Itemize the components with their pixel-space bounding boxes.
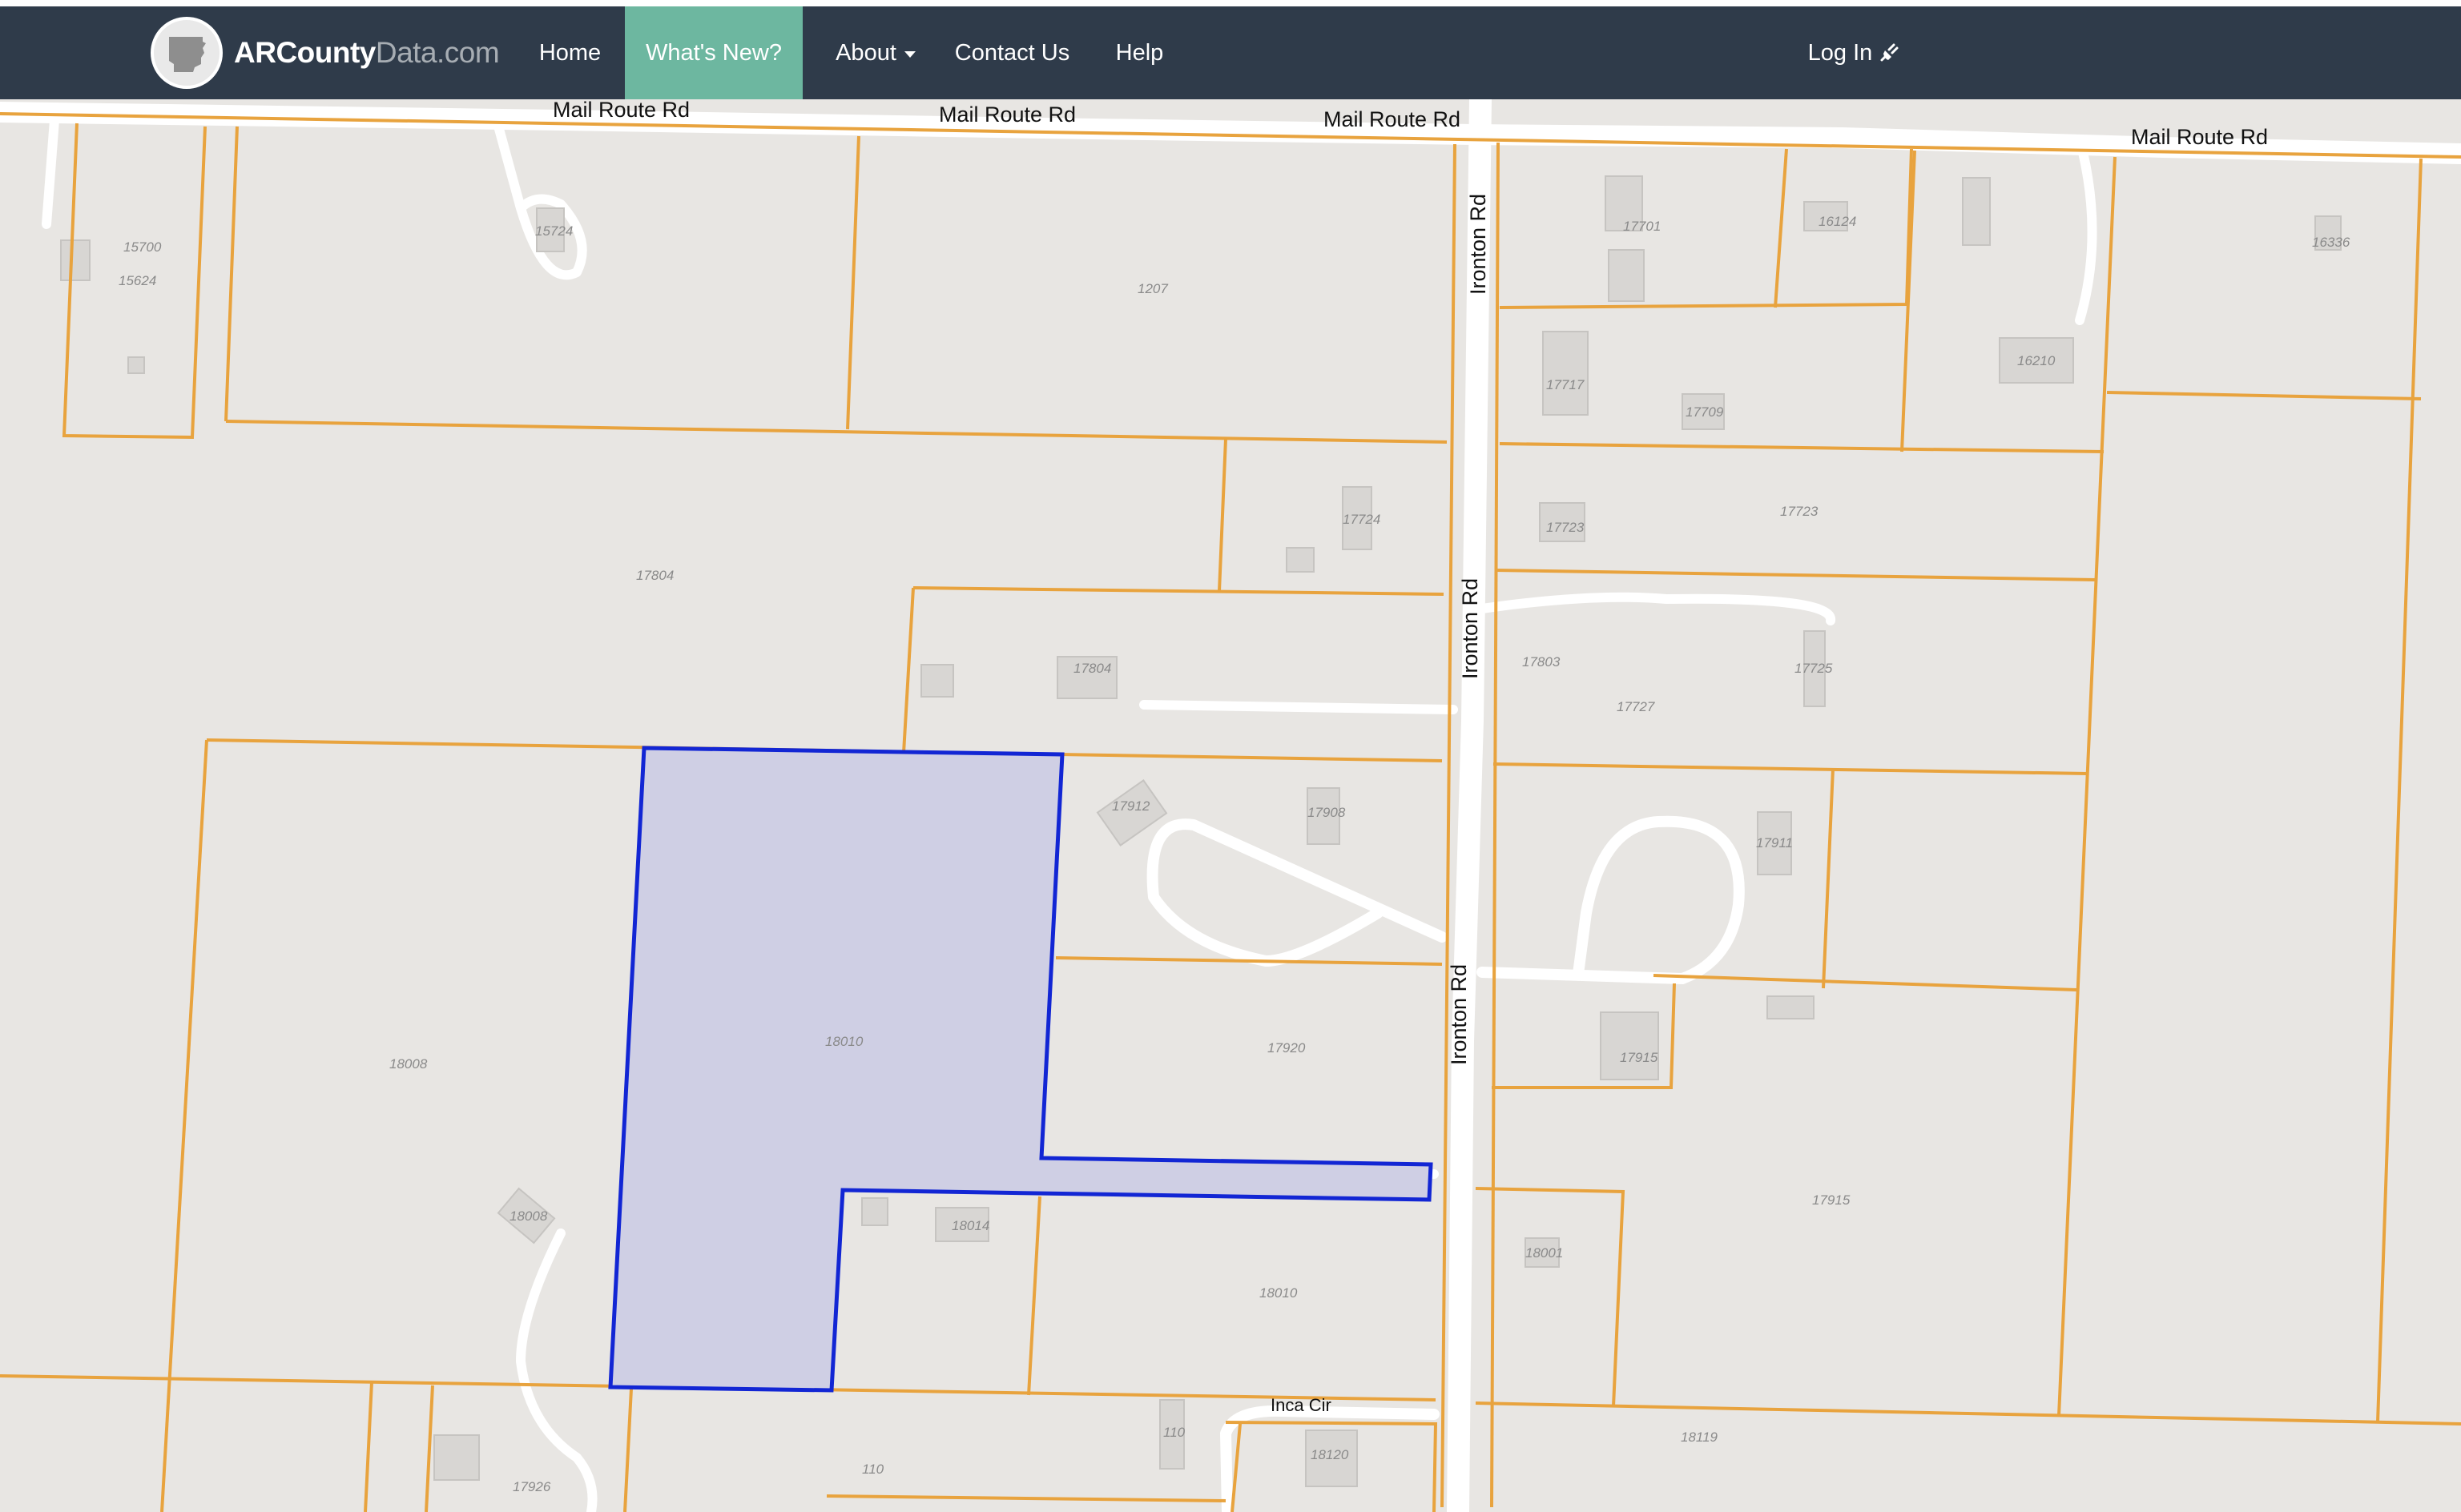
- address-label: 1207: [1138, 281, 1168, 296]
- nav-help-label: Help: [1115, 39, 1164, 66]
- brand-suffix: Data.com: [375, 36, 500, 69]
- address-label: 17709: [1686, 404, 1724, 420]
- nav-home[interactable]: Home: [524, 6, 616, 99]
- brand-name: ARCountyData.com: [234, 36, 500, 70]
- road-label-mail-route-2: Mail Route Rd: [939, 103, 1076, 127]
- address-label: 17915: [1620, 1050, 1658, 1065]
- address-label: 17803: [1522, 654, 1561, 670]
- address-label: 17908: [1307, 805, 1346, 820]
- address-label: 17926: [513, 1479, 551, 1494]
- road-driveway-5: [2075, 147, 2097, 325]
- address-label: 15624: [119, 273, 156, 288]
- parcel-boundaries: [0, 112, 2461, 1512]
- caret-down-icon: [904, 51, 916, 58]
- address-label: 18008: [510, 1208, 548, 1224]
- road-driveway-7: [516, 1228, 598, 1512]
- address-label: 17911: [1756, 835, 1793, 850]
- road-label-mail-route-1: Mail Route Rd: [553, 99, 690, 122]
- address-label: 18001: [1525, 1245, 1563, 1261]
- road-loop-2: [1476, 815, 1745, 984]
- road-label-mail-route-4: Mail Route Rd: [2131, 125, 2268, 149]
- nav-help[interactable]: Help: [1102, 6, 1178, 99]
- brand-link[interactable]: ARCountyData.com: [151, 17, 500, 89]
- plug-icon: [1880, 43, 1899, 62]
- nav-whats-new[interactable]: What's New?: [625, 6, 803, 99]
- address-label: 15724: [535, 223, 573, 239]
- address-label: 17723: [1546, 520, 1585, 535]
- brand-main: ARCounty: [234, 36, 376, 69]
- address-label: 17915: [1812, 1192, 1851, 1208]
- address-label: 18120: [1311, 1447, 1349, 1462]
- road-label-ironton-1: Ironton Rd: [1466, 194, 1490, 295]
- login-button[interactable]: Log In: [1802, 6, 1907, 99]
- parcel-map[interactable]: Mail Route Rd Mail Route Rd Mail Route R…: [0, 99, 2461, 1512]
- road-label-inca-cir: Inca Cir: [1271, 1395, 1331, 1415]
- address-label: 17727: [1617, 699, 1655, 714]
- address-label: 110: [862, 1462, 884, 1477]
- address-label: 16124: [1819, 214, 1856, 229]
- nav-home-label: Home: [538, 39, 602, 66]
- nav-contact-label: Contact Us: [954, 39, 1070, 66]
- address-label: 17725: [1794, 661, 1833, 676]
- address-label: 17701: [1623, 219, 1661, 234]
- map-canvas[interactable]: Mail Route Rd Mail Route Rd Mail Route R…: [0, 99, 2461, 1512]
- road-loop-1: [1146, 818, 1448, 967]
- nav-about[interactable]: About: [816, 6, 936, 99]
- road-ironton: [1447, 99, 1492, 1512]
- road-label-ironton-2: Ironton Rd: [1458, 578, 1482, 679]
- address-label: 18008: [389, 1056, 428, 1072]
- top-navbar: ARCountyData.com Home What's New? About …: [0, 6, 2461, 99]
- address-labels: 15700 15624 15724 1207 17804 17724 17804…: [119, 214, 2350, 1494]
- address-label: 17717: [1546, 377, 1585, 392]
- address-label: 18014: [952, 1218, 989, 1233]
- login-label: Log In: [1807, 39, 1873, 66]
- address-label: 17723: [1780, 504, 1819, 519]
- address-label: 16210: [2017, 353, 2056, 368]
- road-mail-route: [0, 102, 2461, 164]
- road-label-ironton-3: Ironton Rd: [1447, 964, 1471, 1065]
- address-label: 16336: [2312, 235, 2350, 250]
- address-label: 17804: [1073, 661, 1111, 676]
- address-label: 18119: [1681, 1430, 1718, 1445]
- address-label: 17804: [636, 568, 674, 583]
- address-label: 110: [1163, 1425, 1186, 1440]
- nav-contact-us[interactable]: Contact Us: [945, 6, 1079, 99]
- address-label: 18010: [825, 1034, 864, 1049]
- arkansas-state-icon: [151, 17, 223, 89]
- address-label: 15700: [123, 239, 162, 255]
- nav-whats-new-label: What's New?: [646, 39, 782, 66]
- road-driveway-1: [42, 115, 59, 229]
- road-label-mail-route-3: Mail Route Rd: [1323, 107, 1460, 131]
- address-label: 17920: [1267, 1040, 1306, 1056]
- nav-about-label: About: [836, 39, 896, 66]
- address-label: 17912: [1112, 798, 1150, 814]
- address-label: 17724: [1343, 512, 1380, 527]
- address-label: 18010: [1259, 1285, 1298, 1301]
- road-driveway-4: [1477, 592, 1835, 625]
- road-driveway-3: [1139, 700, 1458, 714]
